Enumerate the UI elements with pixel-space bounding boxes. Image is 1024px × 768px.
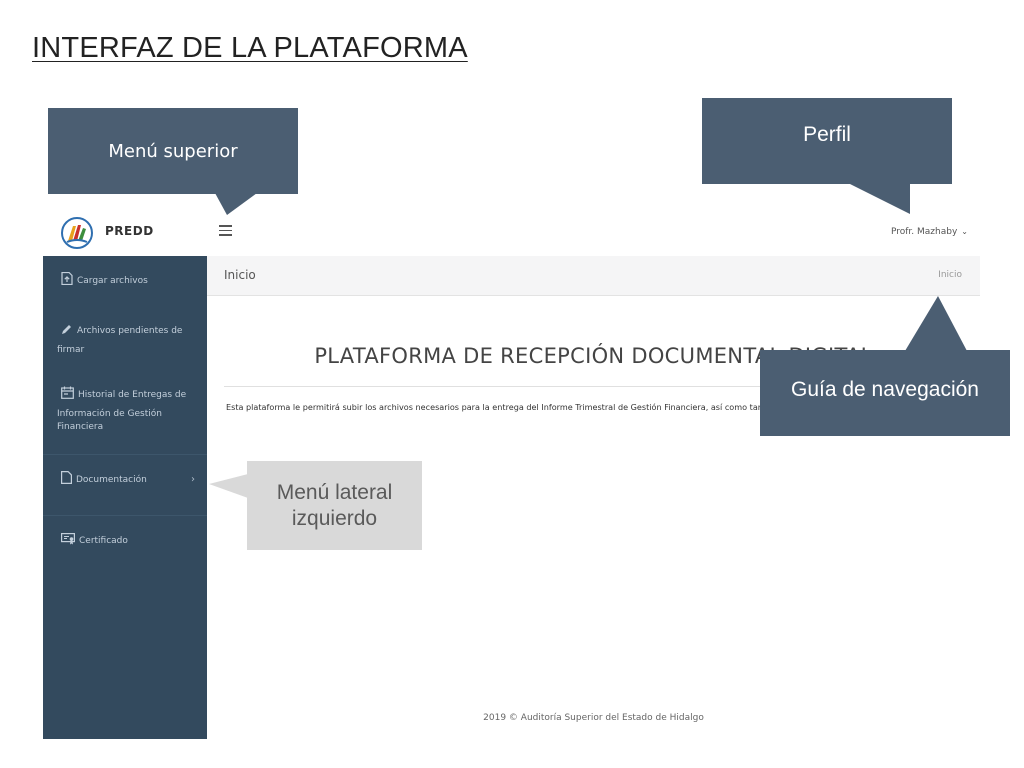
pencil-icon [61, 323, 73, 335]
callout-menu-superior: Menú superior [48, 108, 298, 194]
brand-name: PREDD [105, 224, 154, 238]
hamburger-menu-icon[interactable] [219, 225, 232, 236]
sidebar-item-label: Cargar archivos [77, 276, 148, 286]
predd-logo-icon [61, 217, 93, 249]
profile-dropdown[interactable]: Profr. Mazhaby ⌄ [890, 226, 968, 238]
sidebar-item-label: Historial de Entregas de [78, 390, 187, 400]
chevron-down-icon: ⌄ [961, 226, 968, 236]
sidebar-item-label: Archivos pendientes de [77, 326, 183, 336]
upload-file-icon [61, 272, 73, 285]
sidebar-item-label: Certificado [79, 536, 128, 546]
callout-label-line2: izquierdo [291, 506, 378, 530]
sidebar-item-cargar-archivos[interactable]: Cargar archivos [43, 272, 207, 288]
sidebar-item-label-line2: Información de Gestión [57, 409, 162, 419]
sidebar-item-documentacion[interactable]: Documentación › [43, 471, 207, 487]
callout-label-line1: Menú lateral [276, 480, 393, 504]
callout-pointer [848, 183, 910, 214]
sidebar-divider [43, 515, 207, 516]
sidebar-item-label-line2: firmar [57, 345, 85, 355]
sidebar-divider [43, 454, 207, 455]
chevron-right-icon: › [191, 474, 195, 485]
calendar-icon [61, 386, 74, 399]
callout-label: Guía de navegación [791, 378, 979, 401]
callout-pointer [905, 296, 967, 351]
page-title: Inicio [224, 268, 256, 282]
slide-title: INTERFAZ DE LA PLATAFORMA [32, 32, 468, 64]
callout-label: Perfil [803, 123, 851, 146]
footer-text: 2019 © Auditoría Superior del Estado de … [483, 713, 704, 723]
breadcrumb-bar: Inicio Inicio [207, 256, 980, 296]
callout-guia-navegacion: Guía de navegación [760, 350, 1010, 436]
top-menu-bar: PREDD Profr. Mazhaby ⌄ [43, 208, 980, 256]
callout-label: Menú superior [108, 140, 238, 162]
certificate-icon [61, 533, 75, 545]
app-screenshot: PREDD Profr. Mazhaby ⌄ Cargar archivos A… [43, 208, 980, 739]
sidebar-item-historial[interactable]: Historial de Entregas de Información de … [43, 386, 207, 434]
document-icon [61, 471, 72, 484]
profile-name: Profr. Mazhaby [890, 227, 958, 237]
sidebar-item-label: Documentación [76, 475, 147, 485]
callout-menu-lateral: Menú lateral izquierdo [247, 461, 422, 550]
callout-perfil: Perfil [702, 98, 952, 184]
callout-pointer [209, 474, 248, 498]
breadcrumb-link-inicio[interactable]: Inicio [938, 270, 962, 280]
callout-pointer [215, 193, 257, 215]
left-sidebar: Cargar archivos Archivos pendientes de f… [43, 256, 207, 739]
sidebar-item-label-line3: Financiera [57, 422, 104, 432]
sidebar-item-certificado[interactable]: Certificado [43, 533, 207, 548]
sidebar-item-archivos-pendientes[interactable]: Archivos pendientes de firmar [43, 323, 207, 357]
